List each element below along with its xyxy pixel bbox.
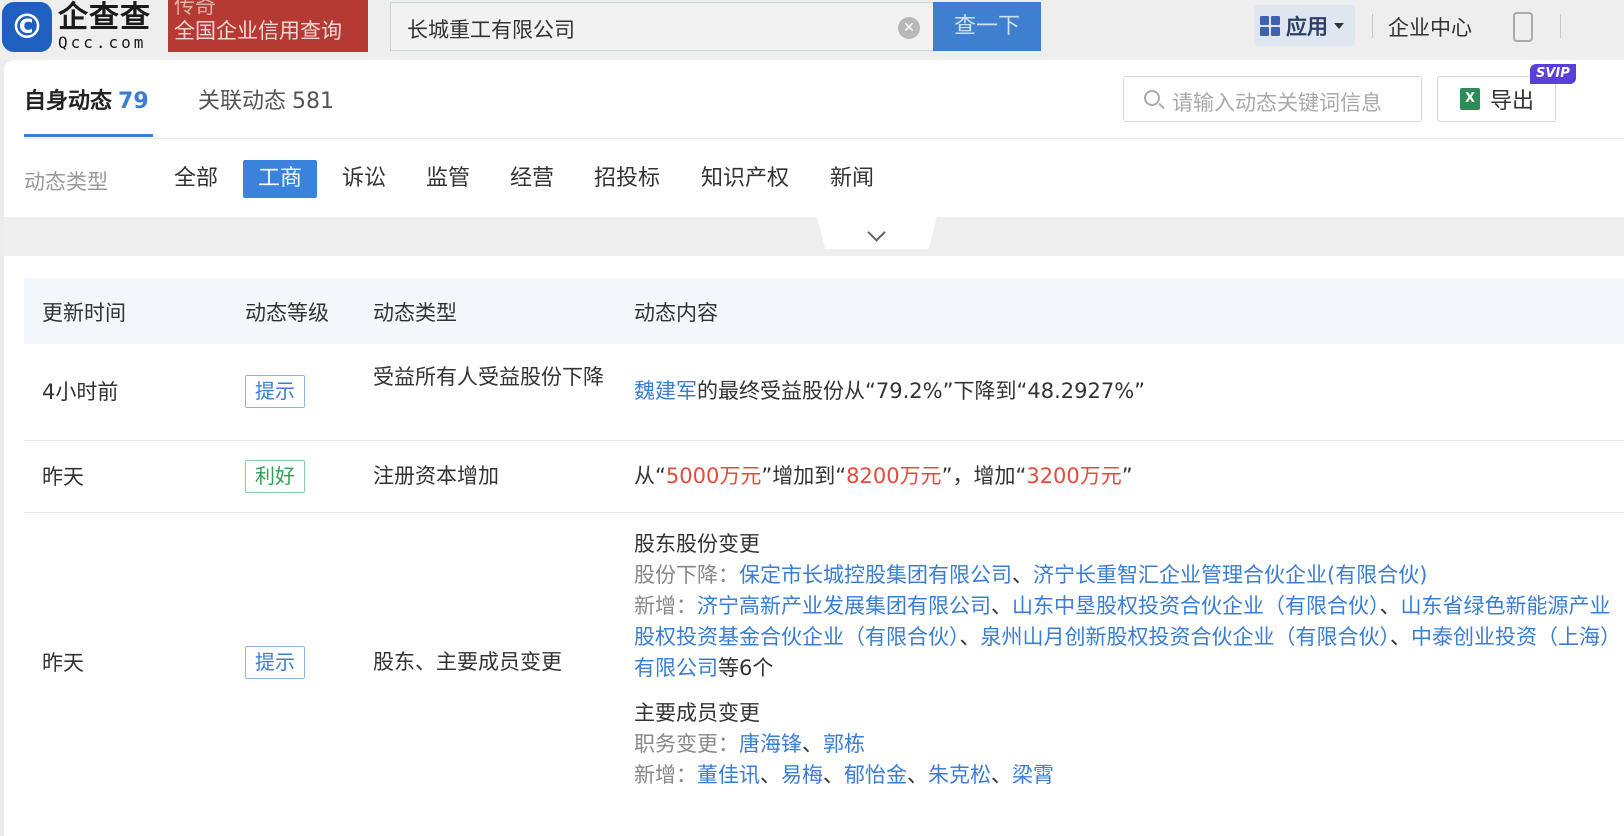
grid-icon bbox=[1260, 15, 1280, 36]
added-label: 新增： bbox=[634, 594, 697, 618]
search-value: 长城重工有限公司 bbox=[407, 18, 575, 42]
filter-operation[interactable]: 经营 bbox=[495, 160, 569, 198]
search-button[interactable]: 查一下 bbox=[933, 2, 1041, 51]
decrease-label: 股份下降： bbox=[634, 563, 739, 587]
row-type: 注册资本增加 bbox=[373, 464, 499, 488]
enterprise-center-link[interactable]: 企业中心 bbox=[1388, 12, 1472, 42]
filter-litigation[interactable]: 诉讼 bbox=[327, 160, 401, 198]
company-link[interactable]: 山东中垦股权投资合伙企业（有限合伙） bbox=[1012, 594, 1380, 618]
content-text: ” bbox=[1121, 464, 1133, 488]
export-label: 导出 bbox=[1490, 89, 1535, 114]
col-content: 动态内容 bbox=[634, 301, 718, 325]
row-time: 昨天 bbox=[42, 465, 84, 489]
filter-label: 动态类型 bbox=[24, 170, 108, 194]
company-link[interactable]: 泉州山月创新股权投资合伙企业（有限合伙） bbox=[981, 625, 1391, 649]
type-filter: 动态类型 全部 工商 诉讼 监管 经营 招投标 知识产权 新闻 bbox=[24, 160, 1224, 200]
tab-self-count: 79 bbox=[118, 89, 149, 114]
row-type: 受益所有人受益股份下降 bbox=[373, 365, 604, 389]
company-link[interactable]: 济宁长重智汇企业管理合伙企业(有限合伙) bbox=[1033, 563, 1427, 587]
capital-increase: 3200万元 bbox=[1026, 464, 1122, 488]
mobile-icon[interactable] bbox=[1513, 12, 1533, 42]
table-row: 4小时前 提示 受益所有人受益股份下降 魏建军的最终受益股份从“79.2%”下降… bbox=[24, 344, 1624, 441]
content-text: ”增加到“ bbox=[761, 464, 847, 488]
content-text: ”，增加“ bbox=[941, 464, 1027, 488]
member-change-block: 主要成员变更 职务变更：唐海锋、郭栋 新增：董佳讯、易梅、郁怡金、朱克松、梁霄 bbox=[634, 698, 1624, 791]
promo-line1: 传奇 bbox=[174, 0, 216, 18]
row-content: 从“5000万元”增加到“8200万元”，增加“3200万元” bbox=[634, 461, 1624, 492]
row-content: 魏建军的最终受益股份从“79.2%”下降到“48.2927%” bbox=[634, 376, 1624, 407]
company-search-input[interactable]: 长城重工有限公司 ✕ bbox=[390, 2, 934, 51]
divider bbox=[1560, 14, 1561, 38]
row-type: 股东、主要成员变更 bbox=[373, 650, 562, 674]
section-title: 股东股份变更 bbox=[634, 532, 760, 556]
top-bar: © 企查查 Qcc.com 传奇 全国企业信用查询 长城重工有限公司 ✕ 查一下… bbox=[0, 0, 1624, 60]
person-link[interactable]: 郁怡金 bbox=[844, 763, 907, 787]
person-link[interactable]: 魏建军 bbox=[634, 379, 697, 403]
clear-icon[interactable]: ✕ bbox=[898, 17, 920, 39]
capital-after: 8200万元 bbox=[846, 464, 942, 488]
promo-line2: 全国企业信用查询 bbox=[174, 19, 342, 43]
row-content: 股东股份变更 股份下降：保定市长城控股集团有限公司、济宁长重智汇企业管理合伙企业… bbox=[634, 529, 1624, 791]
dynamics-panel: 自身动态 79 关联动态 581 请输入动态关键词信息 X 导出 SVIP 动态类型… bbox=[4, 60, 1624, 836]
duty-label: 职务变更： bbox=[634, 732, 739, 756]
person-link[interactable]: 朱克松 bbox=[928, 763, 991, 787]
apps-menu-button[interactable]: 应用 bbox=[1254, 5, 1355, 46]
row-time: 4小时前 bbox=[42, 380, 119, 404]
level-badge: 提示 bbox=[245, 375, 305, 408]
section-title: 主要成员变更 bbox=[634, 701, 760, 725]
site-logo[interactable]: © 企查查 Qcc.com bbox=[0, 0, 168, 54]
level-badge: 提示 bbox=[245, 646, 305, 679]
level-badge: 利好 bbox=[245, 460, 305, 493]
filter-business[interactable]: 工商 bbox=[243, 160, 318, 198]
tab-related-dynamics[interactable]: 关联动态 581 bbox=[198, 83, 334, 115]
svip-badge: SVIP bbox=[1530, 64, 1576, 84]
person-link[interactable]: 梁霄 bbox=[1012, 763, 1054, 787]
tab-related-label: 关联动态 bbox=[198, 89, 287, 114]
tab-self-dynamics[interactable]: 自身动态 79 bbox=[24, 83, 149, 115]
person-link[interactable]: 董佳讯 bbox=[697, 763, 760, 787]
tab-related-count: 581 bbox=[292, 89, 335, 114]
filter-news[interactable]: 新闻 bbox=[815, 160, 889, 198]
keyword-search-placeholder: 请输入动态关键词信息 bbox=[1172, 91, 1382, 115]
filter-ip[interactable]: 知识产权 bbox=[686, 160, 804, 198]
apps-label: 应用 bbox=[1286, 14, 1328, 39]
promo-banner[interactable]: 传奇 全国企业信用查询 bbox=[168, 0, 368, 52]
col-time: 更新时间 bbox=[42, 301, 126, 325]
person-link[interactable]: 易梅 bbox=[781, 763, 823, 787]
added-suffix: 等6个 bbox=[718, 656, 774, 680]
table-header: 更新时间 动态等级 动态类型 动态内容 bbox=[24, 278, 1624, 344]
filter-all[interactable]: 全部 bbox=[159, 160, 233, 198]
col-level: 动态等级 bbox=[245, 301, 329, 325]
table-row: 昨天 提示 股东、主要成员变更 股东股份变更 股份下降：保定市长城控股集团有限公… bbox=[24, 513, 1624, 836]
search-icon bbox=[1144, 90, 1160, 106]
collapse-band bbox=[4, 217, 1624, 256]
content-text: 从“ bbox=[634, 464, 666, 488]
company-link[interactable]: 济宁高新产业发展集团有限公司 bbox=[697, 594, 991, 618]
content-text: 的最终受益股份从“79.2%”下降到“48.2927%” bbox=[697, 379, 1146, 403]
person-link[interactable]: 唐海锋 bbox=[739, 732, 802, 756]
filter-regulation[interactable]: 监管 bbox=[411, 160, 485, 198]
keyword-search-input[interactable]: 请输入动态关键词信息 bbox=[1123, 76, 1422, 122]
excel-icon: X bbox=[1460, 88, 1480, 110]
company-link[interactable]: 保定市长城控股集团有限公司 bbox=[739, 563, 1012, 587]
capital-before: 5000万元 bbox=[665, 464, 762, 488]
divider bbox=[1372, 14, 1373, 38]
shareholder-change-block: 股东股份变更 股份下降：保定市长城控股集团有限公司、济宁长重智汇企业管理合伙企业… bbox=[634, 529, 1624, 684]
caret-down-icon bbox=[1334, 22, 1344, 29]
new-member-label: 新增： bbox=[634, 763, 697, 787]
col-type: 动态类型 bbox=[373, 301, 457, 325]
table-row: 昨天 利好 注册资本增加 从“5000万元”增加到“8200万元”，增加“320… bbox=[24, 441, 1624, 513]
logo-en-text: Qcc.com bbox=[58, 33, 147, 52]
filter-bidding[interactable]: 招投标 bbox=[579, 160, 675, 198]
active-tab-indicator bbox=[24, 134, 153, 137]
tabs-divider bbox=[24, 138, 1624, 139]
person-link[interactable]: 郭栋 bbox=[823, 732, 865, 756]
logo-icon: © bbox=[2, 2, 52, 52]
tab-self-label: 自身动态 bbox=[24, 89, 113, 114]
row-time: 昨天 bbox=[42, 651, 84, 675]
logo-cn-text: 企查查 bbox=[58, 0, 151, 35]
